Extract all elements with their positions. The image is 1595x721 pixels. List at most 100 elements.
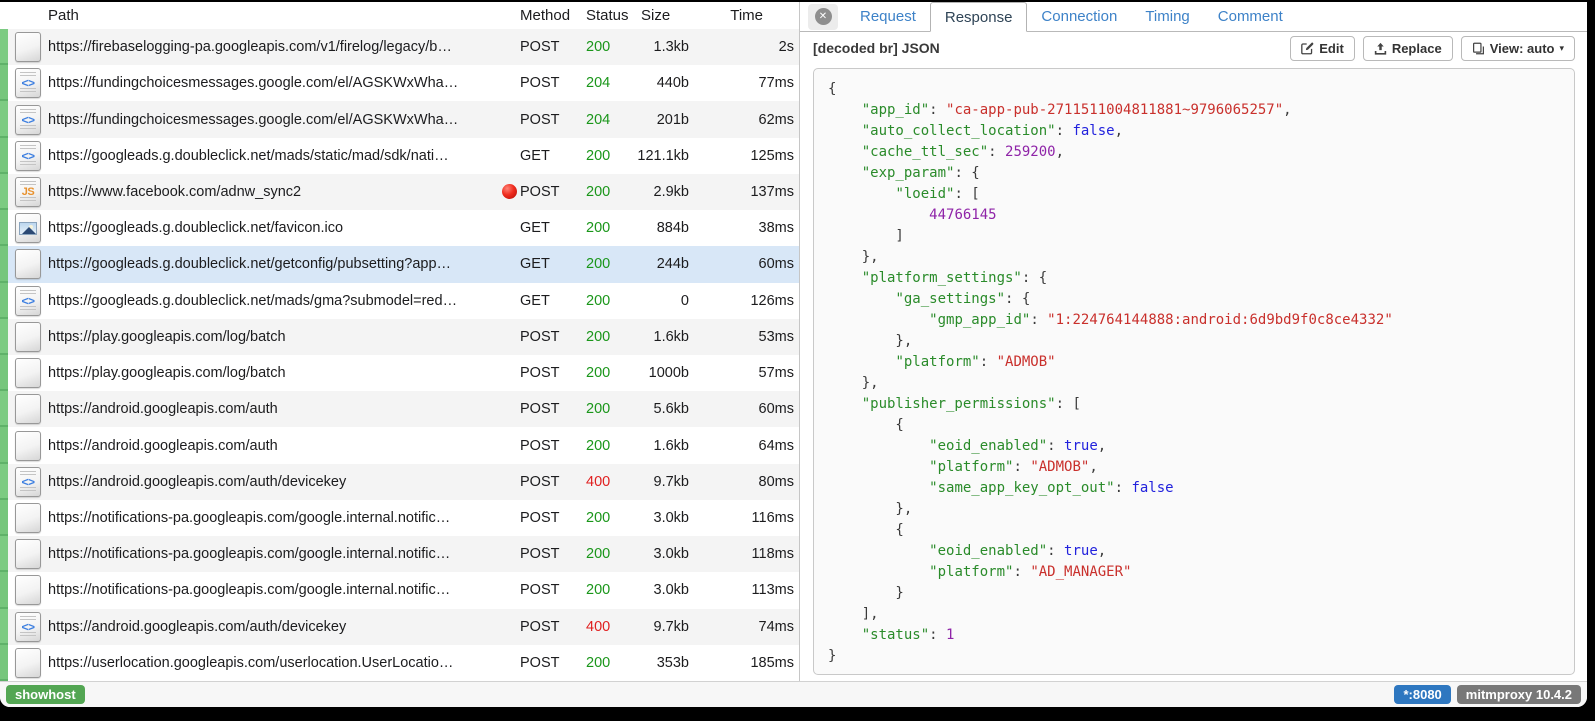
- json-line: "ga_settings": {: [828, 289, 1574, 310]
- flow-row[interactable]: https://play.googleapis.com/log/batch PO…: [0, 355, 799, 391]
- flow-time: 185ms: [689, 655, 799, 671]
- flow-row[interactable]: <> https://android.googleapis.com/auth/d…: [0, 609, 799, 645]
- document-file-icon: [15, 249, 41, 279]
- flow-time: 80ms: [689, 474, 799, 490]
- json-line: },: [828, 247, 1574, 268]
- flow-list[interactable]: https://firebaselogging-pa.googleapis.co…: [0, 29, 799, 681]
- json-line: {: [828, 79, 1574, 100]
- document-file-icon: [15, 575, 41, 605]
- tab-comment[interactable]: Comment: [1204, 2, 1297, 31]
- json-viewer[interactable]: { "app_id": "ca-app-pub-2711511004811881…: [813, 68, 1575, 675]
- flow-time: 74ms: [689, 619, 799, 635]
- row-marker-bar: [0, 246, 8, 282]
- flow-path: https://play.googleapis.com/log/batch: [48, 329, 517, 345]
- flow-size: 3.0kb: [627, 546, 689, 562]
- row-marker-bar: [0, 355, 8, 391]
- flow-size: 9.7kb: [627, 474, 689, 490]
- flow-method: POST: [517, 546, 583, 562]
- flow-status: 200: [583, 329, 627, 345]
- code-file-icon: <>: [15, 467, 41, 497]
- flow-path: https://fundingchoicesmessages.google.co…: [48, 112, 517, 128]
- flow-row[interactable]: https://userlocation.googleapis.com/user…: [0, 645, 799, 681]
- code-file-icon: <>: [15, 286, 41, 316]
- flow-row[interactable]: https://notifications-pa.googleapis.com/…: [0, 572, 799, 608]
- column-header-method[interactable]: Method: [517, 7, 583, 24]
- flow-row[interactable]: https://notifications-pa.googleapis.com/…: [0, 500, 799, 536]
- icon-cell: [8, 249, 48, 279]
- flow-row[interactable]: <> https://fundingchoicesmessages.google…: [0, 65, 799, 101]
- column-header-path[interactable]: Path: [48, 7, 517, 24]
- pencil-icon: [1301, 42, 1314, 55]
- flow-table: Path Method Status Size Time https://fir…: [0, 2, 800, 681]
- json-line: "exp_param": {: [828, 163, 1574, 184]
- icon-cell: <>: [8, 141, 48, 171]
- flow-path-cell: https://android.googleapis.com/auth: [48, 401, 517, 417]
- icon-cell: <>: [8, 612, 48, 642]
- flow-time: 126ms: [689, 293, 799, 309]
- flow-row[interactable]: https://android.googleapis.com/auth POST…: [0, 391, 799, 427]
- version-badge: mitmproxy 10.4.2: [1457, 685, 1581, 704]
- file-icon-glyph: <>: [21, 149, 34, 163]
- flow-method: GET: [517, 256, 583, 272]
- view-mode-button[interactable]: View: auto ▾: [1461, 36, 1575, 61]
- file-icon-glyph: <>: [21, 620, 34, 634]
- column-header-time[interactable]: Time: [689, 7, 799, 24]
- flow-row[interactable]: <> https://android.googleapis.com/auth/d…: [0, 464, 799, 500]
- flow-row[interactable]: <> https://fundingchoicesmessages.google…: [0, 101, 799, 137]
- flow-row[interactable]: https://android.googleapis.com/auth POST…: [0, 427, 799, 463]
- row-marker-bar: [0, 609, 8, 645]
- tab-connection[interactable]: Connection: [1027, 2, 1131, 31]
- flow-size: 3.0kb: [627, 510, 689, 526]
- flow-row[interactable]: https://notifications-pa.googleapis.com/…: [0, 536, 799, 572]
- flow-method: POST: [517, 474, 583, 490]
- flow-path-cell: https://android.googleapis.com/auth/devi…: [48, 474, 517, 490]
- flow-method: POST: [517, 438, 583, 454]
- code-file-icon: <>: [15, 68, 41, 98]
- row-marker-bar: [0, 319, 8, 355]
- flow-method: POST: [517, 184, 583, 200]
- flow-row[interactable]: <> https://googleads.g.doubleclick.net/m…: [0, 138, 799, 174]
- flow-path-cell: https://userlocation.googleapis.com/user…: [48, 655, 517, 671]
- flow-row[interactable]: JS https://www.facebook.com/adnw_sync2 P…: [0, 174, 799, 210]
- flow-status: 200: [583, 293, 627, 309]
- json-line: "eoid_enabled": true,: [828, 541, 1574, 562]
- status-bar: showhost *:8080 mitmproxy 10.4.2: [0, 681, 1587, 707]
- flow-size: 440b: [627, 75, 689, 91]
- flow-status: 200: [583, 546, 627, 562]
- flow-path: https://www.facebook.com/adnw_sync2: [48, 184, 502, 200]
- flow-row[interactable]: <> https://googleads.g.doubleclick.net/m…: [0, 283, 799, 319]
- json-line: "eoid_enabled": true,: [828, 436, 1574, 457]
- tab-response[interactable]: Response: [930, 2, 1028, 32]
- flow-size: 884b: [627, 220, 689, 236]
- row-marker-bar: [0, 138, 8, 174]
- flow-size: 5.6kb: [627, 401, 689, 417]
- flow-row[interactable]: https://play.googleapis.com/log/batch PO…: [0, 319, 799, 355]
- flow-status: 204: [583, 75, 627, 91]
- code-file-icon: <>: [15, 141, 41, 171]
- flow-path: https://googleads.g.doubleclick.net/mads…: [48, 293, 517, 309]
- column-header-status[interactable]: Status: [583, 7, 627, 24]
- flow-size: 0: [627, 293, 689, 309]
- tab-request[interactable]: Request: [846, 2, 930, 31]
- flow-row[interactable]: https://firebaselogging-pa.googleapis.co…: [0, 29, 799, 65]
- flow-time: 125ms: [689, 148, 799, 164]
- tab-timing[interactable]: Timing: [1131, 2, 1203, 31]
- mitmweb-window: Path Method Status Size Time https://fir…: [0, 2, 1587, 707]
- column-header-size[interactable]: Size: [627, 7, 689, 24]
- close-flow-button[interactable]: ✕: [808, 4, 838, 30]
- flow-size: 1.6kb: [627, 329, 689, 345]
- flow-row[interactable]: https://googleads.g.doubleclick.net/getc…: [0, 246, 799, 282]
- flow-path-cell: https://notifications-pa.googleapis.com/…: [48, 546, 517, 562]
- code-file-icon: <>: [15, 105, 41, 135]
- flow-time: 53ms: [689, 329, 799, 345]
- edit-button[interactable]: Edit: [1290, 36, 1355, 61]
- file-icon-glyph: <>: [21, 475, 34, 489]
- json-line: "cache_ttl_sec": 259200,: [828, 142, 1574, 163]
- file-icon-glyph: <>: [21, 113, 34, 127]
- flow-row[interactable]: https://googleads.g.doubleclick.net/favi…: [0, 210, 799, 246]
- flow-path-cell: https://notifications-pa.googleapis.com/…: [48, 582, 517, 598]
- flow-path: https://fundingchoicesmessages.google.co…: [48, 75, 517, 91]
- image-file-icon: [15, 213, 41, 243]
- replace-button[interactable]: Replace: [1363, 36, 1453, 61]
- flow-path: https://googleads.g.doubleclick.net/getc…: [48, 256, 517, 272]
